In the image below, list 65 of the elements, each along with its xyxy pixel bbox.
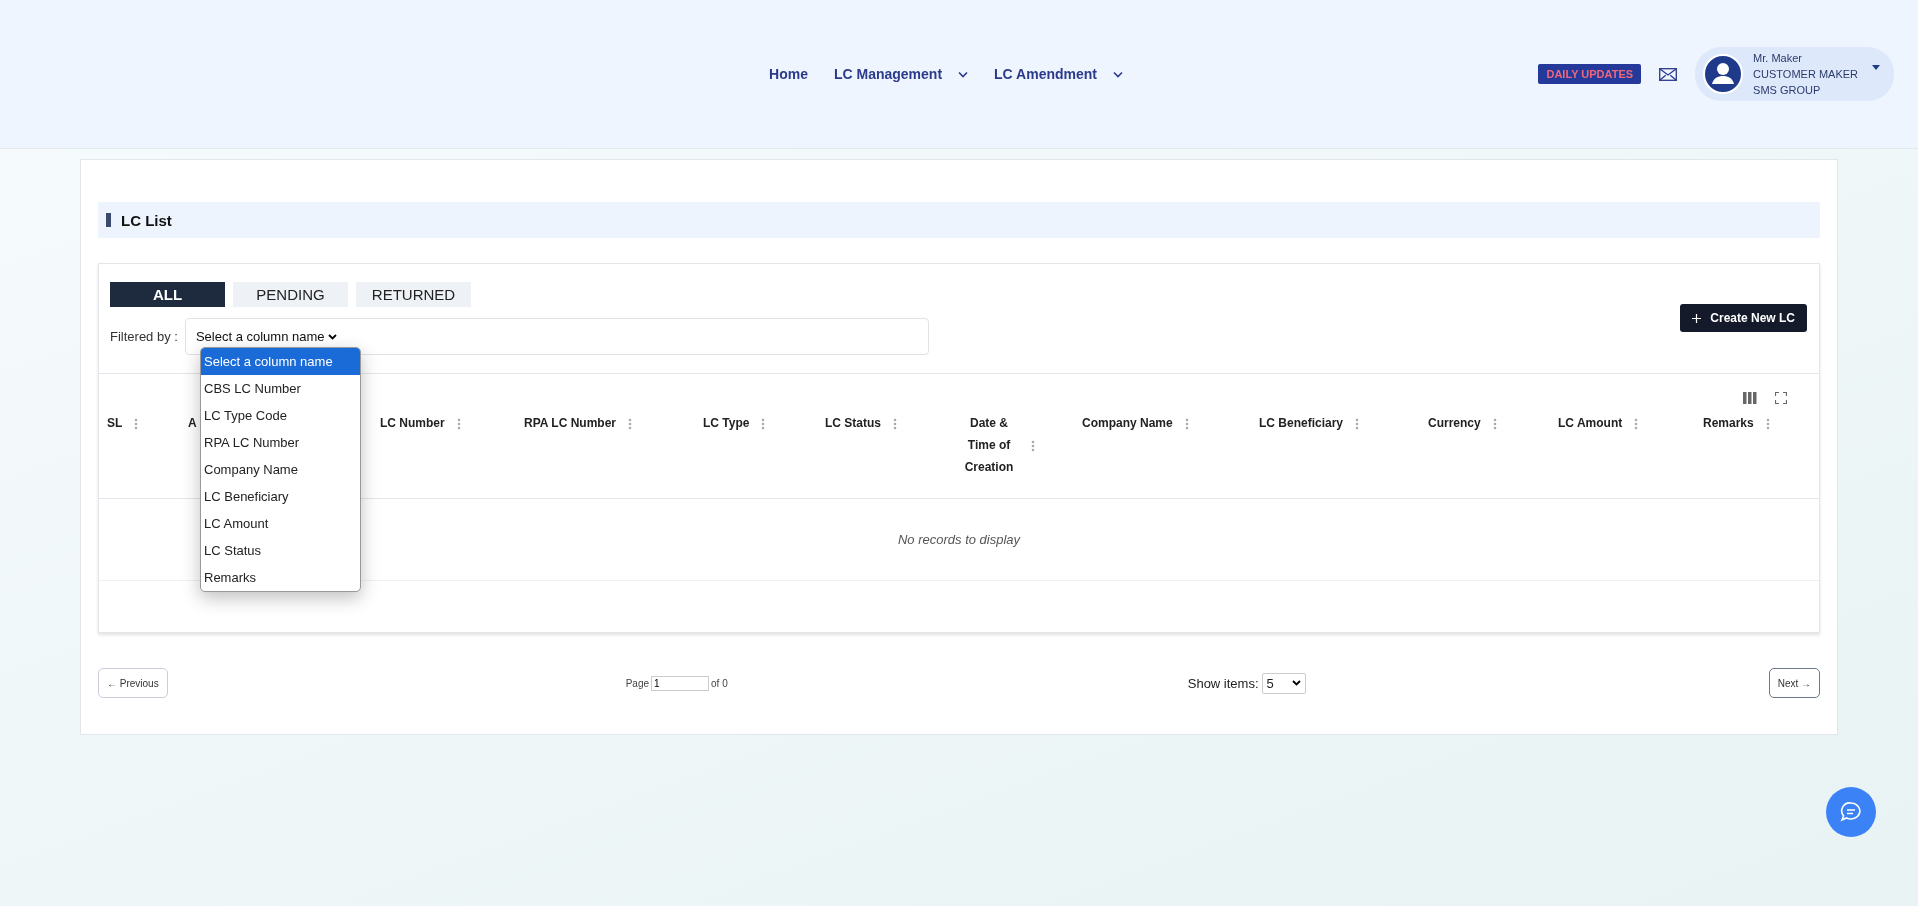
column-menu-icon[interactable] xyxy=(1031,440,1035,452)
column-menu-icon[interactable] xyxy=(134,418,139,430)
column-menu-icon[interactable] xyxy=(1765,418,1770,430)
dropdown-option[interactable]: LC Status xyxy=(201,537,360,564)
previous-button[interactable]: ← Previous xyxy=(98,668,168,698)
create-new-lc-button[interactable]: Create New LC xyxy=(1680,304,1807,332)
column-header[interactable]: Remarks xyxy=(1703,412,1754,434)
page-input[interactable]: 1 xyxy=(651,675,710,691)
page-title: LC List xyxy=(121,211,172,229)
dropdown-option[interactable]: Company Name xyxy=(201,456,360,483)
column-header[interactable]: RPA LC Number xyxy=(524,412,616,434)
filter-label: Filtered by : xyxy=(110,329,178,344)
column-menu-icon[interactable] xyxy=(628,418,632,430)
column-menu-icon[interactable] xyxy=(1355,418,1360,430)
column-menu-icon[interactable] xyxy=(1184,418,1189,430)
dropdown-option[interactable]: Select a column name xyxy=(201,348,360,375)
chevron-down-icon xyxy=(1291,680,1301,686)
column-header[interactable]: A xyxy=(188,412,197,434)
show-items-label: Show items: xyxy=(1187,675,1259,691)
column-header[interactable]: LC Amount xyxy=(1558,412,1623,434)
chevron-down-icon xyxy=(327,333,337,340)
column-header[interactable]: LC Beneficiary xyxy=(1259,412,1344,434)
user-group: SMS GROUP xyxy=(1753,82,1858,98)
dropdown-option[interactable]: Remarks xyxy=(201,564,360,591)
column-select[interactable]: Select a column name xyxy=(195,329,337,344)
column-menu-icon[interactable] xyxy=(1634,418,1639,430)
next-button[interactable]: Next → xyxy=(1768,668,1820,698)
user-role: CUSTOMER MAKER xyxy=(1753,67,1858,82)
chat-bubble-icon xyxy=(1840,801,1862,823)
column-header[interactable]: LC Number xyxy=(380,412,445,434)
columns-icon[interactable] xyxy=(1743,392,1757,404)
column-header[interactable]: Date & Time of Creation xyxy=(959,412,1019,478)
dropdown-option[interactable]: LC Beneficiary xyxy=(201,483,360,510)
column-header[interactable]: Company Name xyxy=(1082,412,1173,434)
column-header[interactable]: SL xyxy=(107,412,123,434)
tab[interactable]: ALL xyxy=(110,282,225,307)
avatar-icon xyxy=(1703,54,1744,94)
mail-icon[interactable] xyxy=(1659,67,1678,81)
column-header[interactable]: LC Status xyxy=(825,412,881,434)
nav-link[interactable]: LC Management xyxy=(833,66,969,82)
nav-link[interactable]: LC Amendment xyxy=(994,66,1123,82)
title-marker xyxy=(106,213,111,227)
column-menu-icon[interactable] xyxy=(893,418,897,430)
user-menu[interactable]: Mr. Maker CUSTOMER MAKER SMS GROUP xyxy=(1695,47,1894,101)
column-header[interactable]: Currency xyxy=(1428,412,1481,434)
user-name: Mr. Maker xyxy=(1753,51,1803,66)
page-label: Page xyxy=(625,677,650,689)
tab[interactable]: PENDING xyxy=(233,282,348,307)
tab[interactable]: RETURNED xyxy=(356,282,471,307)
column-menu-icon[interactable] xyxy=(1492,418,1497,430)
nav-link[interactable]: Home xyxy=(769,66,808,82)
column-header[interactable]: LC Type xyxy=(703,412,750,434)
page-count: of 0 xyxy=(711,677,728,689)
dropdown-option[interactable]: LC Amount xyxy=(201,510,360,537)
chat-button[interactable] xyxy=(1826,787,1876,837)
show-items-select[interactable]: 5 xyxy=(1261,672,1306,694)
caret-icon xyxy=(1872,64,1880,70)
column-menu-icon[interactable] xyxy=(761,418,766,430)
plus-icon xyxy=(1692,313,1702,323)
column-menu-icon[interactable] xyxy=(456,418,461,430)
dropdown-option[interactable]: CBS LC Number xyxy=(201,375,360,402)
dropdown-option[interactable]: RPA LC Number xyxy=(201,429,360,456)
fullscreen-icon[interactable] xyxy=(1775,392,1787,404)
empty-message: No records to display xyxy=(897,532,1021,547)
dropdown-option[interactable]: LC Type Code xyxy=(201,402,360,429)
